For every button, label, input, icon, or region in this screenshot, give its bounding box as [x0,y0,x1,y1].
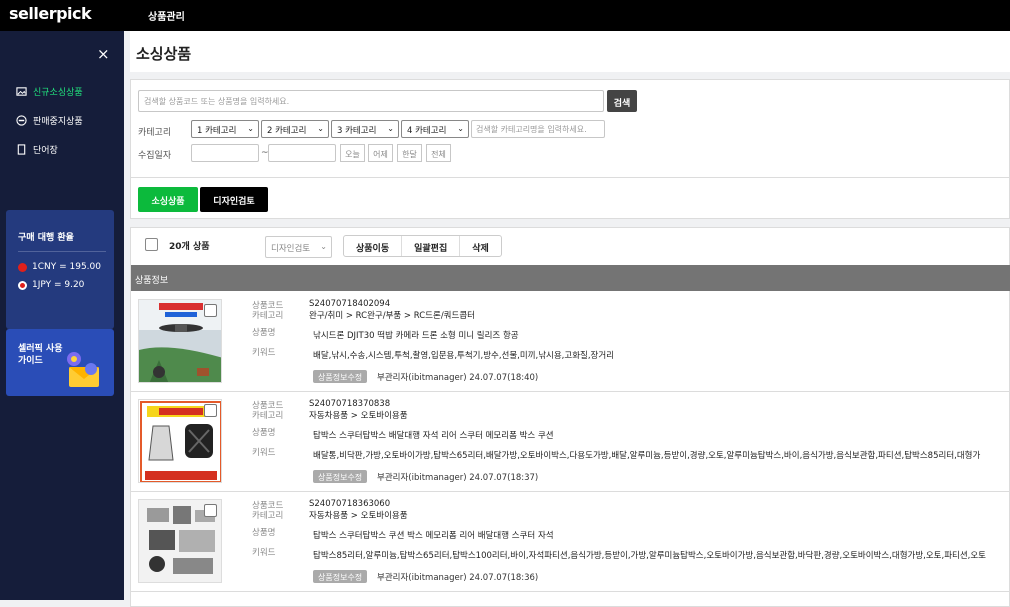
product-thumbnail[interactable] [138,399,222,483]
category-label: 카테고리 [252,311,284,321]
product-code: S24070718370838 [309,399,391,409]
rate-jpy: 1JPY = 9.20 [18,280,84,290]
chevron-down-icon: ⌄ [387,124,394,133]
edit-product-button[interactable]: 상품정보수정 [313,370,368,383]
today-button[interactable]: 오늘 [340,144,365,162]
select-all-checkbox[interactable] [145,238,158,251]
product-keywords[interactable]: 배달통,비닥판,가방,오토바이가방,탑박스65리터,배달가방,오토바이박스,다용… [313,449,1003,461]
chevron-down-icon: ⌄ [320,242,327,251]
filter-select[interactable]: 디자인검토 ⌄ [265,236,332,258]
category-4-select[interactable]: 4 카테고리 ⌄ [401,120,469,138]
keyword-label: 키워드 [252,548,276,558]
sidebar-item-new-sourcing[interactable]: 신규소싱상품 [16,85,83,98]
main-content: 소싱상품 검색할 상품코드 또는 상품명을 입력하세요. 검색 카테고리 1 카… [124,31,1010,607]
product-category: 완구/취미 > RC완구/부품 > RC드론/쿼드콥터 [309,311,475,321]
bulk-edit-button[interactable]: 일괄편집 [402,236,461,256]
category-3-select[interactable]: 3 카테고리 ⌄ [331,120,399,138]
category-label: 카테고리 [138,128,172,138]
row-checkbox[interactable] [204,404,217,417]
table-header: 상품정보 [131,265,1010,291]
stop-icon [16,115,27,126]
category-2-select[interactable]: 2 카테고리 ⌄ [261,120,329,138]
user-guide-banner[interactable]: 셀러픽 사용가이드 [6,329,114,396]
table-row: 상품코드 S24070718370838 카테고리 자동차용품 > 오토바이용품… [131,392,1010,492]
sidebar-item-label: 신규소싱상품 [33,88,83,98]
product-thumbnail[interactable] [138,299,222,383]
product-code: S24070718402094 [309,299,391,309]
date-label: 수집일자 [138,151,172,161]
edit-product-button[interactable]: 상품정보수정 [313,570,368,583]
envelope-icon [67,352,99,387]
product-keywords[interactable]: 배달,낚시,수송,시스템,투척,촬영,입문용,투척기,방수,선물,미끼,낚시용,… [313,349,1003,361]
tab-panel: 소싱상품 디자인검토 [130,177,1010,219]
tab-design-review[interactable]: 디자인검토 [200,187,268,212]
sidebar: × 신규소싱상품 판매중지상품 단어장 구매 대행 환율 1CNY = 195.… [0,31,124,600]
all-button[interactable]: 전체 [426,144,451,162]
page-header: 소싱상품 [130,31,1010,72]
exchange-rate-title: 구매 대행 환율 [18,233,74,243]
delete-button[interactable]: 삭제 [460,236,501,256]
rate-cny: 1CNY = 195.00 [18,262,101,272]
china-flag-icon [18,262,27,272]
product-meta: 부관리자(ibitmanager) 24.07.07(18:40) [377,373,539,383]
category-search-input[interactable]: 검색할 카테고리명을 입력하세요. [471,120,605,138]
edit-product-button[interactable]: 상품정보수정 [313,470,368,483]
month-button[interactable]: 한달 [397,144,422,162]
row-checkbox[interactable] [204,304,217,317]
rate-cny-value: 1CNY = 195.00 [32,262,101,272]
search-button[interactable]: 검색 [607,90,637,112]
product-list-panel: 20개 상품 디자인검토 ⌄ 상품이동 일괄편집 삭제 상품정보 상품코드 S2… [130,227,1010,607]
product-category: 자동차용품 > 오토바이용품 [309,411,408,421]
action-button-group: 상품이동 일괄편집 삭제 [343,235,502,257]
category-label: 카테고리 [252,511,284,521]
japan-flag-icon [18,280,27,290]
product-count: 20개 상품 [169,242,210,252]
divider [18,251,106,252]
page-title: 소싱상품 [136,45,192,63]
category-label: 카테고리 [252,411,284,421]
chevron-down-icon: ⌄ [317,124,324,133]
table-row: 상품코드 S24070718402094 카테고리 완구/취미 > RC완구/부… [131,292,1010,392]
product-thumbnail[interactable] [138,499,222,583]
sidebar-item-vocabulary[interactable]: 단어장 [16,143,58,156]
row-checkbox[interactable] [204,504,217,517]
product-name[interactable]: 탑박스 스쿠터탑박스 배달대행 자석 리어 스쿠터 메모리폼 박스 쿠션 [313,429,554,441]
product-name[interactable]: 탑박스 스쿠터탑박스 쿠션 박스 메모리폼 리어 배달대행 스쿠터 자석 [313,529,554,541]
list-toolbar: 20개 상품 디자인검토 ⌄ 상품이동 일괄편집 삭제 [131,228,1010,264]
product-name[interactable]: 낚시드론 DJIT30 떡밥 카메라 드론 소형 미니 릴리즈 항공 [313,329,519,341]
sidebar-item-label: 단어장 [33,146,58,156]
product-meta: 부관리자(ibitmanager) 24.07.07(18:37) [377,473,539,483]
chevron-down-icon: ⌄ [457,124,464,133]
chevron-down-icon: ⌄ [247,124,254,133]
name-label: 상품명 [252,528,276,538]
image-icon [16,87,27,96]
product-keywords[interactable]: 탑박스85리터,알루미늄,탑박스65리터,탑박스100리터,바이,자석파티션,음… [313,549,1003,561]
yesterday-button[interactable]: 어제 [368,144,393,162]
top-bar: sellerpick 상품관리 [0,0,1010,31]
search-input[interactable]: 검색할 상품코드 또는 상품명을 입력하세요. [138,90,604,112]
product-code: S24070718363060 [309,499,391,509]
keyword-label: 키워드 [252,348,276,358]
logo[interactable]: sellerpick [9,4,92,23]
move-button[interactable]: 상품이동 [344,236,403,256]
tab-sourcing[interactable]: 소싱상품 [138,187,198,212]
close-icon[interactable]: × [97,45,110,63]
product-category: 자동차용품 > 오토바이용품 [309,511,408,521]
table-row: 상품코드 S24070718363060 카테고리 자동차용품 > 오토바이용품… [131,492,1010,592]
date-start-input[interactable] [191,144,259,162]
rate-jpy-value: 1JPY = 9.20 [32,280,85,290]
name-label: 상품명 [252,328,276,338]
category-1-select[interactable]: 1 카테고리 ⌄ [191,120,259,138]
sidebar-item-label: 판매중지상품 [33,117,83,127]
exchange-rate-box: 구매 대행 환율 1CNY = 195.00 1JPY = 9.20 [6,210,114,329]
keyword-label: 키워드 [252,448,276,458]
book-icon [17,144,26,155]
name-label: 상품명 [252,428,276,438]
sidebar-item-stopped[interactable]: 판매중지상품 [16,114,83,127]
product-meta: 부관리자(ibitmanager) 24.07.07(18:36) [377,573,539,583]
nav-product-management[interactable]: 상품관리 [148,8,185,23]
date-end-input[interactable] [268,144,336,162]
